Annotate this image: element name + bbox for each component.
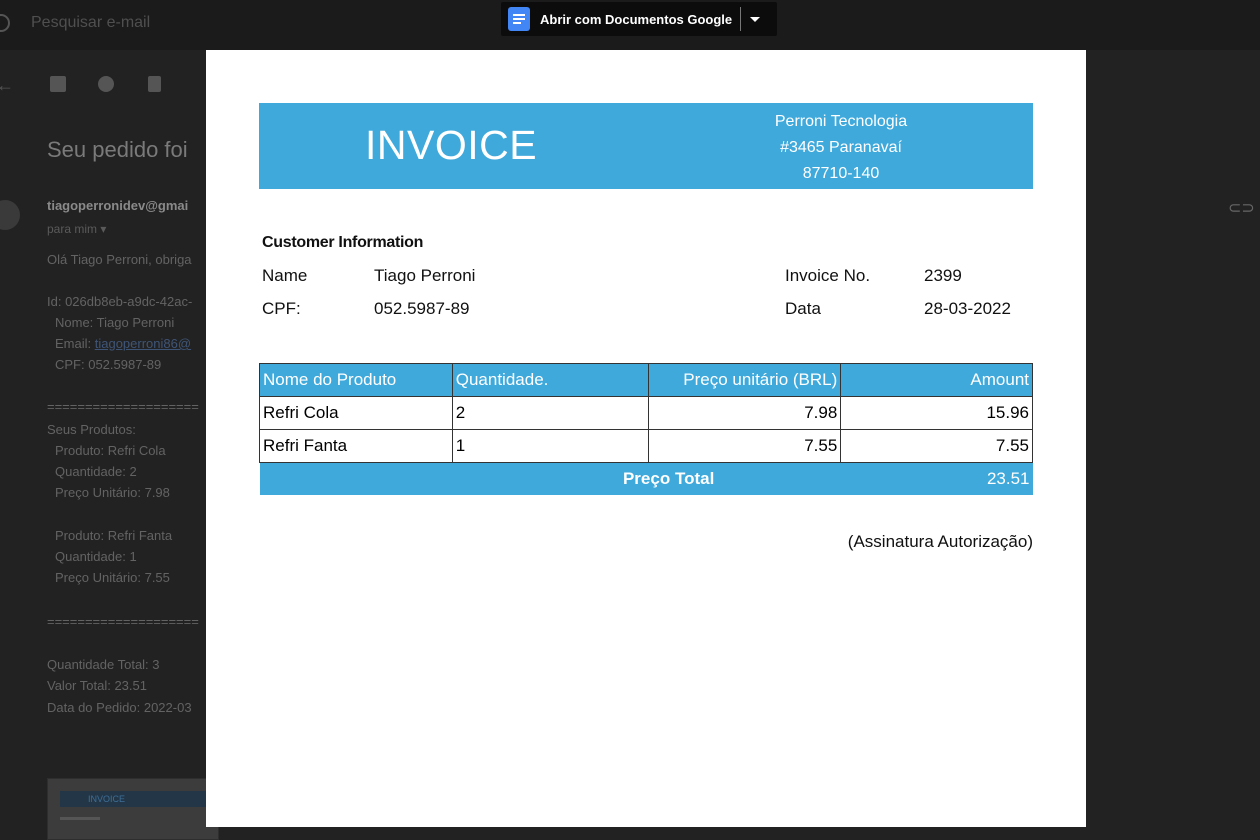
company-address: #3465 Paranavaí — [780, 139, 902, 156]
date-label: Data — [785, 299, 821, 318]
amount-cell: 15.96 — [840, 396, 1033, 430]
email-link[interactable]: tiagoperroni86@ — [95, 336, 191, 351]
column-header: Amount — [840, 363, 1033, 397]
recipient-details[interactable]: para mim ▾ — [47, 222, 106, 236]
email-cpf: CPF: 052.5987-89 — [55, 357, 162, 372]
divider — [740, 7, 742, 31]
customer-info-title: Customer Information — [262, 234, 424, 251]
delete-icon[interactable] — [148, 76, 161, 92]
company-info: Perroni Tecnologia #3465 Paranavaí 87710… — [741, 109, 941, 187]
google-docs-icon[interactable] — [508, 7, 530, 31]
unit-price-cell: 7.55 — [647, 429, 842, 463]
email-product-2-price: Preço Unitário: 7.55 — [55, 570, 170, 585]
email-product-1-qty: Quantidade: 2 — [55, 464, 137, 479]
total-value: 23.51 — [840, 462, 1033, 495]
total-row: Preço Total 23.51 — [259, 462, 1033, 495]
attachment-thumbnail[interactable]: INVOICE — [47, 778, 219, 840]
column-header: Nome do Produto — [259, 363, 453, 397]
column-header: Preço unitário (BRL) — [647, 363, 842, 397]
email-products-header: Seus Produtos: — [47, 422, 136, 437]
email-product-2-name: Produto: Refri Fanta — [55, 528, 173, 543]
report-spam-icon[interactable] — [98, 76, 114, 92]
email-name: Nome: Tiago Perroni — [55, 315, 175, 330]
table-header-row: Nome do Produto Quantidade. Preço unitár… — [259, 363, 1033, 397]
total-label: Preço Total — [259, 462, 841, 495]
email-total-qty: Quantidade Total: 3 — [47, 657, 160, 672]
product-name-cell: Refri Cola — [259, 396, 453, 430]
email-line-email: Email: tiagoperroni86@ — [55, 336, 191, 351]
date-value: 28-03-2022 — [924, 299, 1011, 318]
items-table: Nome do Produto Quantidade. Preço unitár… — [259, 363, 1033, 495]
email-label: Email: — [55, 336, 95, 351]
thumbnail-text — [60, 817, 100, 820]
email-product-1-price: Preço Unitário: 7.98 — [55, 485, 170, 500]
search-input[interactable]: Pesquisar e-mail — [31, 14, 150, 32]
avatar[interactable] — [0, 200, 20, 230]
name-value: Tiago Perroni — [374, 266, 476, 285]
open-with-bar: Abrir com Documentos Google — [501, 2, 777, 36]
email-greeting: Olá Tiago Perroni, obriga — [47, 252, 192, 267]
unit-price-cell: 7.98 — [647, 396, 842, 430]
name-label: Name — [262, 266, 308, 285]
back-arrow-icon[interactable]: ← — [0, 75, 14, 96]
amount-cell: 7.55 — [840, 429, 1033, 463]
invoice-header: INVOICE Perroni Tecnologia #3465 Paranav… — [259, 103, 1033, 189]
email-product-2-qty: Quantidade: 1 — [55, 549, 137, 564]
attachment-icon: ⊂⊃ — [1228, 200, 1255, 217]
email-order-date: Data do Pedido: 2022-03 — [47, 700, 192, 715]
chevron-down-icon[interactable] — [750, 16, 761, 22]
table-row: Refri Cola 2 7.98 15.96 — [259, 396, 1033, 430]
cpf-label: CPF: — [262, 299, 301, 318]
email-subject: Seu pedido foi — [47, 137, 188, 162]
email-total-value: Valor Total: 23.51 — [47, 678, 147, 693]
company-postcode: 87710-140 — [802, 165, 880, 182]
invoice-no-value: 2399 — [924, 266, 962, 285]
sender-name[interactable]: tiagoperronidev@gmai — [47, 198, 188, 213]
email-order-id: Id: 026db8eb-a9dc-42ac- — [47, 294, 193, 309]
invoice-no-label: Invoice No. — [785, 266, 871, 285]
invoice-title: INVOICE — [365, 122, 538, 168]
cpf-value: 052.5987-89 — [374, 299, 470, 318]
email-product-1-name: Produto: Refri Cola — [55, 443, 166, 458]
archive-icon[interactable] — [50, 76, 66, 92]
company-name: Perroni Tecnologia — [774, 113, 908, 130]
quantity-cell: 1 — [451, 429, 649, 463]
email-divider: ==================== — [47, 399, 199, 414]
signature-label: (Assinatura Autorização) — [847, 532, 1033, 551]
product-name-cell: Refri Fanta — [259, 429, 453, 463]
pdf-page: INVOICE Perroni Tecnologia #3465 Paranav… — [206, 50, 1086, 827]
quantity-cell: 2 — [451, 396, 649, 430]
table-row: Refri Fanta 1 7.55 7.55 — [259, 429, 1033, 463]
open-with-docs-button[interactable]: Abrir com Documentos Google — [540, 12, 732, 27]
thumbnail-header: INVOICE — [60, 791, 210, 807]
column-header: Quantidade. — [451, 363, 649, 397]
email-divider: ==================== — [47, 614, 199, 629]
